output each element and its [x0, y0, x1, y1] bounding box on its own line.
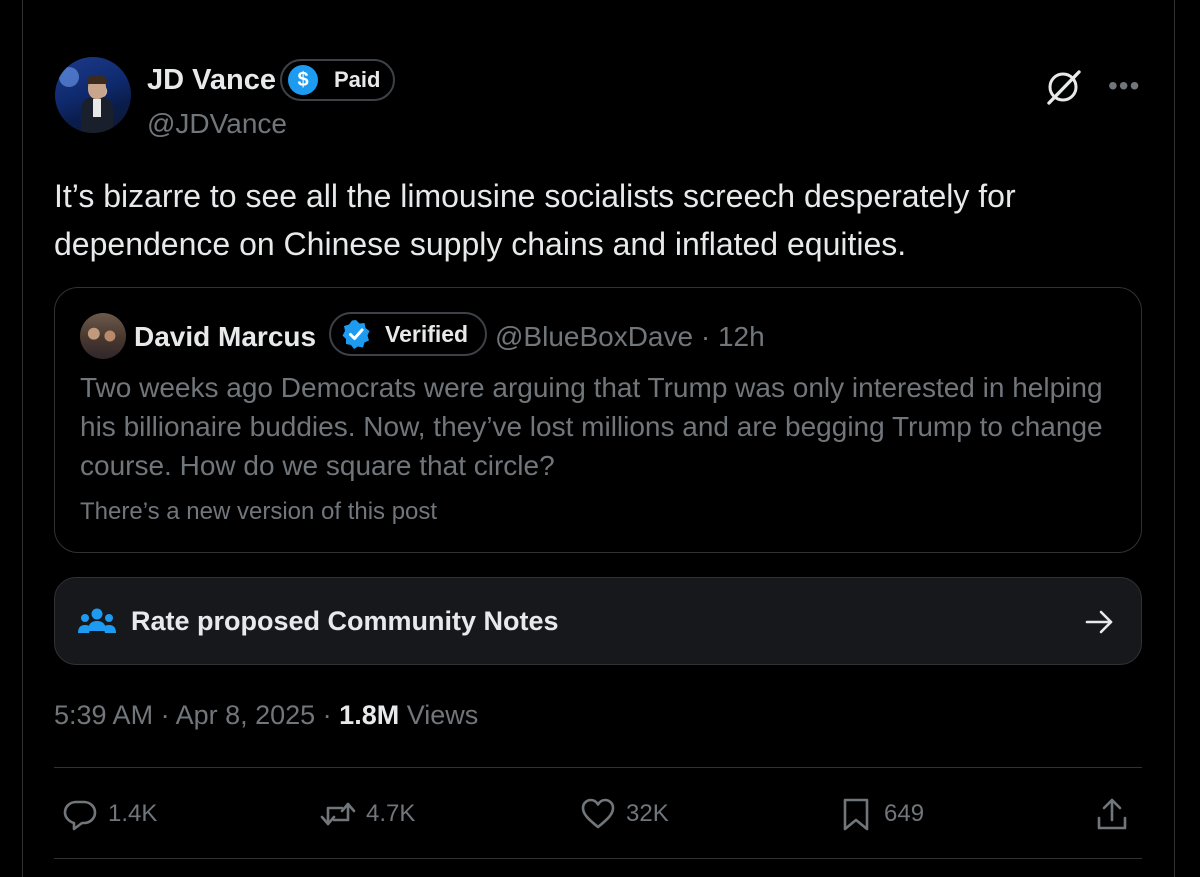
reply-count: 1.4K: [108, 800, 158, 827]
author-handle[interactable]: @JDVance: [147, 108, 287, 140]
bookmark-icon: [843, 798, 869, 831]
quoted-handle-time[interactable]: @BlueBoxDave · 12h: [495, 321, 765, 353]
reply-icon: [63, 800, 97, 831]
column-border-left: [22, 0, 23, 877]
arrow-right-icon: [1085, 610, 1113, 634]
quoted-post-text: Two weeks ago Democrats were arguing tha…: [80, 372, 1103, 481]
column-border-right: [1174, 0, 1175, 877]
bookmark-button[interactable]: 649: [838, 795, 924, 833]
people-icon: [78, 608, 116, 633]
quoted-post[interactable]: David Marcus Verified @BlueBoxDave · 12h…: [54, 287, 1142, 553]
dollar-icon: $: [288, 65, 318, 95]
post-timestamp[interactable]: 5:39 AM · Apr 8, 2025 ·: [54, 700, 339, 730]
tweet-text-line-1: It’s bizarre to see all the limousine so…: [54, 178, 1016, 214]
repost-button[interactable]: 4.7K: [320, 795, 415, 833]
community-notes-button[interactable]: Rate proposed Community Notes: [54, 577, 1142, 665]
like-icon: [581, 798, 615, 829]
grok-icon[interactable]: [1043, 67, 1083, 107]
tweet-text-line-2: dependence on Chinese supply chains and …: [54, 226, 907, 262]
like-count: 32K: [626, 800, 669, 827]
repost-count: 4.7K: [366, 800, 416, 827]
community-notes-label: Rate proposed Community Notes: [131, 606, 559, 636]
more-icon[interactable]: •••: [1108, 70, 1140, 102]
share-button[interactable]: [1094, 795, 1130, 833]
repost-icon: [320, 802, 356, 826]
quoted-author-name[interactable]: David Marcus: [134, 321, 316, 353]
views-count: 1.8M: [339, 700, 400, 730]
new-version-note[interactable]: There’s a new version of this post: [80, 498, 437, 526]
divider: [54, 858, 1142, 859]
author-avatar[interactable]: [55, 57, 131, 133]
views-label: Views: [399, 700, 479, 730]
author-name[interactable]: JD Vance: [147, 64, 276, 97]
like-button[interactable]: 32K: [580, 795, 669, 833]
quoted-author-avatar[interactable]: [80, 313, 126, 359]
verified-badge[interactable]: Verified: [329, 312, 487, 356]
paid-badge-label: Paid: [334, 67, 381, 92]
verified-badge-label: Verified: [385, 320, 469, 347]
post-meta: 5:39 AM · Apr 8, 2025 · 1.8M Views: [54, 700, 478, 731]
divider: [54, 767, 1142, 768]
paid-badge[interactable]: $ Paid: [280, 59, 395, 101]
verified-check-icon: [342, 320, 370, 349]
reply-button[interactable]: 1.4K: [62, 795, 157, 833]
bookmark-count: 649: [884, 800, 925, 827]
tweet-text: It’s bizarre to see all the limousine so…: [54, 172, 1144, 268]
share-icon: [1097, 798, 1127, 830]
